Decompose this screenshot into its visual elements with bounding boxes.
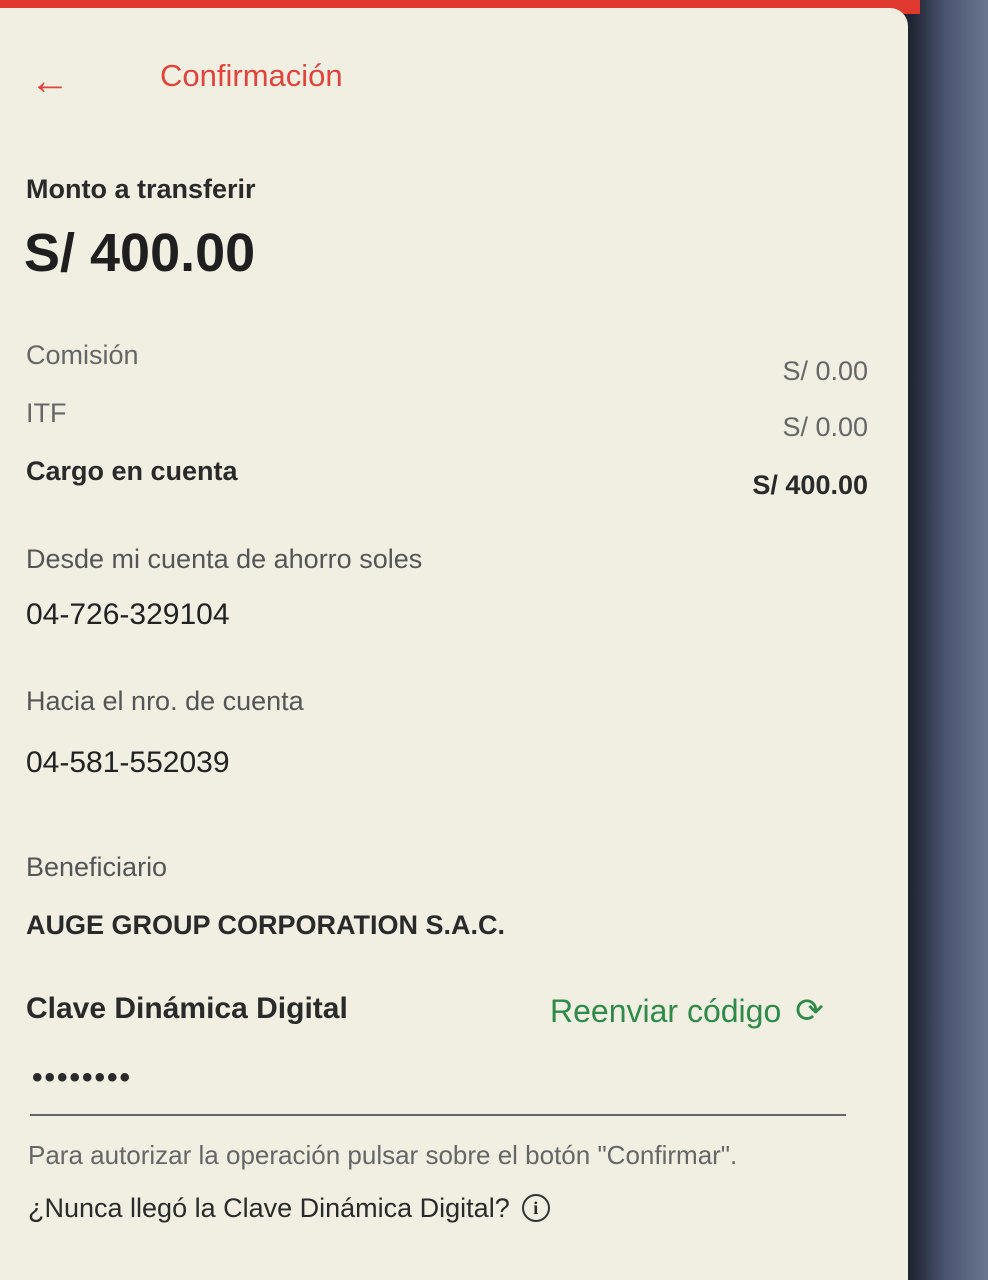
never-received-link[interactable]: ¿Nunca llegó la Clave Dinámica Digital? … [28,1190,550,1226]
to-account-label: Hacia el nro. de cuenta [26,686,304,716]
page-title: Confirmación [160,58,343,93]
commission-value: S/ 0.00 [782,356,868,386]
commission-label: Comisión [26,340,139,370]
itf-value: S/ 0.00 [782,412,868,442]
back-arrow-icon[interactable]: ← [30,58,76,104]
from-account-label: Desde mi cuenta de ahorro soles [26,544,423,574]
info-icon[interactable]: i [521,1194,550,1222]
from-account-number: 04-726-329104 [26,598,230,631]
refresh-icon: ⟳ [795,992,824,1030]
transfer-amount: S/ 400.00 [24,223,256,283]
beneficiary-name: AUGE GROUP CORPORATION S.A.C. [26,910,506,940]
to-account-number: 04-581-552039 [26,746,230,779]
transfer-amount-label: Monto a transferir [26,174,256,204]
account-charge-label: Cargo en cuenta [26,456,238,486]
resend-code-button[interactable]: Reenviar código ⟳ [550,990,824,1032]
beneficiary-label: Beneficiario [26,852,168,882]
resend-code-label: Reenviar código [550,993,782,1029]
dynamic-key-label: Clave Dinámica Digital [26,992,348,1025]
account-charge-value: S/ 400.00 [752,470,868,500]
input-underline [30,1114,846,1116]
never-received-text: ¿Nunca llegó la Clave Dinámica Digital? [28,1193,510,1223]
confirmation-screen: ← Confirmación Monto a transferir S/ 400… [0,8,908,1280]
dynamic-key-input[interactable]: •••••••• [32,1058,132,1098]
help-text: Para autorizar la operación pulsar sobre… [28,1140,738,1170]
itf-label: ITF [26,398,67,428]
